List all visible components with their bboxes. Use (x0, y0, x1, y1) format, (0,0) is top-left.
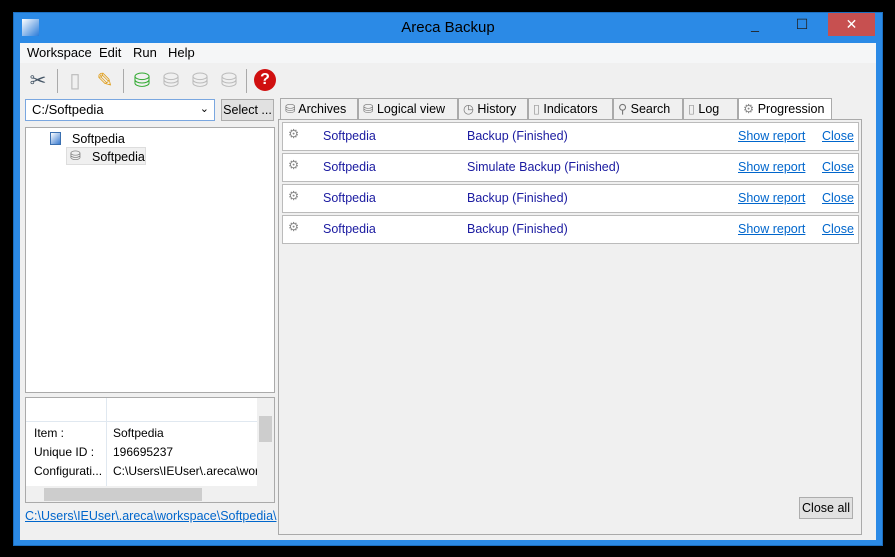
separator (123, 69, 124, 93)
tab-search[interactable]: ⚲ Search (613, 98, 683, 120)
progression-panel: ⚙ Softpedia Backup (Finished) Show repor… (278, 119, 862, 535)
select-workspace-button[interactable]: Select ... (221, 99, 274, 121)
close-task-link[interactable]: Close (822, 222, 854, 236)
help-icon[interactable]: ? (254, 69, 276, 91)
tab-label: Logical view (376, 102, 446, 116)
show-report-link[interactable]: Show report (738, 222, 805, 236)
tab-label: History (477, 102, 517, 116)
document-icon: ▯ (688, 102, 695, 116)
task-status: Backup (Finished) (467, 129, 568, 143)
tab-history[interactable]: ◷ History (458, 98, 528, 120)
tree-item-group[interactable]: Softpedia (72, 132, 125, 146)
show-report-link[interactable]: Show report (738, 191, 805, 205)
target-tree: Softpedia ⛁ Softpedia (25, 127, 275, 393)
task-target: Softpedia (323, 191, 376, 205)
chevron-down-icon: ⌄ (199, 103, 209, 115)
group-icon (50, 132, 61, 145)
prop-value: C:\Users\IEUser\.areca\wor (113, 464, 257, 478)
gear-icon: ⚙ (288, 189, 300, 203)
client-area: Workspace Edit Run Help ✂ ▯ ✎ ⛁ ⛁ ⛁ ⛁ ? … (20, 43, 876, 540)
task-row: ⚙ Softpedia Simulate Backup (Finished) S… (282, 153, 859, 182)
tab-label: Search (630, 102, 671, 116)
add-target-icon[interactable]: ⛁ (130, 69, 154, 93)
database-icon: ⛁ (285, 102, 296, 116)
scroll-thumb[interactable] (259, 416, 272, 442)
gear-icon: ⚙ (288, 158, 300, 172)
close-task-link[interactable]: Close (822, 160, 854, 174)
task-status: Backup (Finished) (467, 191, 568, 205)
separator (246, 69, 247, 93)
task-status: Backup (Finished) (467, 222, 568, 236)
menu-bar: Workspace Edit Run Help (20, 43, 876, 63)
prop-value: Softpedia (113, 426, 164, 440)
tree-item-target[interactable]: Softpedia (92, 150, 145, 164)
task-target: Softpedia (323, 129, 376, 143)
new-file-icon[interactable]: ▯ (63, 69, 87, 93)
toolbar: ✂ ▯ ✎ ⛁ ⛁ ⛁ ⛁ ? (20, 65, 876, 95)
properties-header (26, 398, 257, 422)
scroll-thumb[interactable] (44, 488, 202, 501)
prop-value: 196695237 (113, 445, 174, 459)
close-all-button[interactable]: Close all (799, 497, 853, 519)
backup-icon[interactable]: ⛁ (159, 69, 183, 93)
tab-label: Progression (757, 102, 825, 116)
close-task-link[interactable]: Close (822, 129, 854, 143)
menu-run[interactable]: Run (133, 45, 157, 60)
tab-progression[interactable]: ⚙ Progression (738, 98, 832, 121)
merge-icon[interactable]: ⛁ (188, 69, 212, 93)
properties-panel: Item : Softpedia Unique ID : 196695237 C… (25, 397, 275, 503)
menu-help[interactable]: Help (168, 45, 195, 60)
edit-icon[interactable]: ✎ (93, 69, 117, 93)
minimize-button[interactable]: _ (732, 13, 778, 36)
tab-log[interactable]: ▯ Log (683, 98, 738, 120)
menu-workspace[interactable]: Workspace (27, 45, 92, 60)
show-report-link[interactable]: Show report (738, 160, 805, 174)
menu-edit[interactable]: Edit (99, 45, 121, 60)
horizontal-scrollbar[interactable] (26, 486, 274, 502)
tab-bar: ⛁ Archives ⛁ Logical view ◷ History ▯ In… (280, 98, 861, 121)
workspace-path-value: C:/Softpedia (32, 102, 104, 117)
vertical-scrollbar[interactable] (257, 398, 274, 486)
prop-label: Unique ID : (34, 445, 95, 459)
tab-archives[interactable]: ⛁ Archives (280, 98, 358, 120)
separator (57, 69, 58, 93)
task-target: Softpedia (323, 160, 376, 174)
prop-label: Item : (34, 426, 65, 440)
tools-icon[interactable]: ✂ (26, 69, 50, 93)
gear-icon: ⚙ (288, 127, 300, 141)
maximize-button[interactable]: ☐ (779, 13, 825, 36)
prop-label: Configurati... (34, 464, 103, 478)
close-window-button[interactable]: ✕ (828, 13, 875, 36)
document-icon: ▯ (533, 102, 540, 116)
column-divider (106, 398, 107, 486)
tab-label: Log (698, 102, 720, 116)
task-target: Softpedia (323, 222, 376, 236)
search-icon: ⚲ (618, 102, 628, 116)
task-status: Simulate Backup (Finished) (467, 160, 620, 174)
workspace-path-select[interactable]: C:/Softpedia ⌄ (25, 99, 215, 121)
task-row: ⚙ Softpedia Backup (Finished) Show repor… (282, 215, 859, 244)
gear-icon: ⚙ (743, 102, 755, 116)
workspace-path-link[interactable]: C:\Users\IEUser\.areca\workspace\Softped… (25, 509, 277, 523)
show-report-link[interactable]: Show report (738, 129, 805, 143)
task-row: ⚙ Softpedia Backup (Finished) Show repor… (282, 184, 859, 213)
database-icon: ⛁ (70, 148, 81, 163)
tab-indicators[interactable]: ▯ Indicators (528, 98, 613, 120)
tab-label: Archives (298, 102, 347, 116)
task-row: ⚙ Softpedia Backup (Finished) Show repor… (282, 122, 859, 151)
restore-icon[interactable]: ⛁ (217, 69, 241, 93)
database-icon: ⛁ (363, 102, 374, 116)
gear-icon: ⚙ (288, 220, 300, 234)
tab-label: Indicators (543, 102, 598, 116)
app-window: Areca Backup _ ☐ ✕ Workspace Edit Run He… (13, 12, 883, 546)
tab-logical-view[interactable]: ⛁ Logical view (358, 98, 458, 120)
close-task-link[interactable]: Close (822, 191, 854, 205)
clock-icon: ◷ (463, 102, 474, 116)
